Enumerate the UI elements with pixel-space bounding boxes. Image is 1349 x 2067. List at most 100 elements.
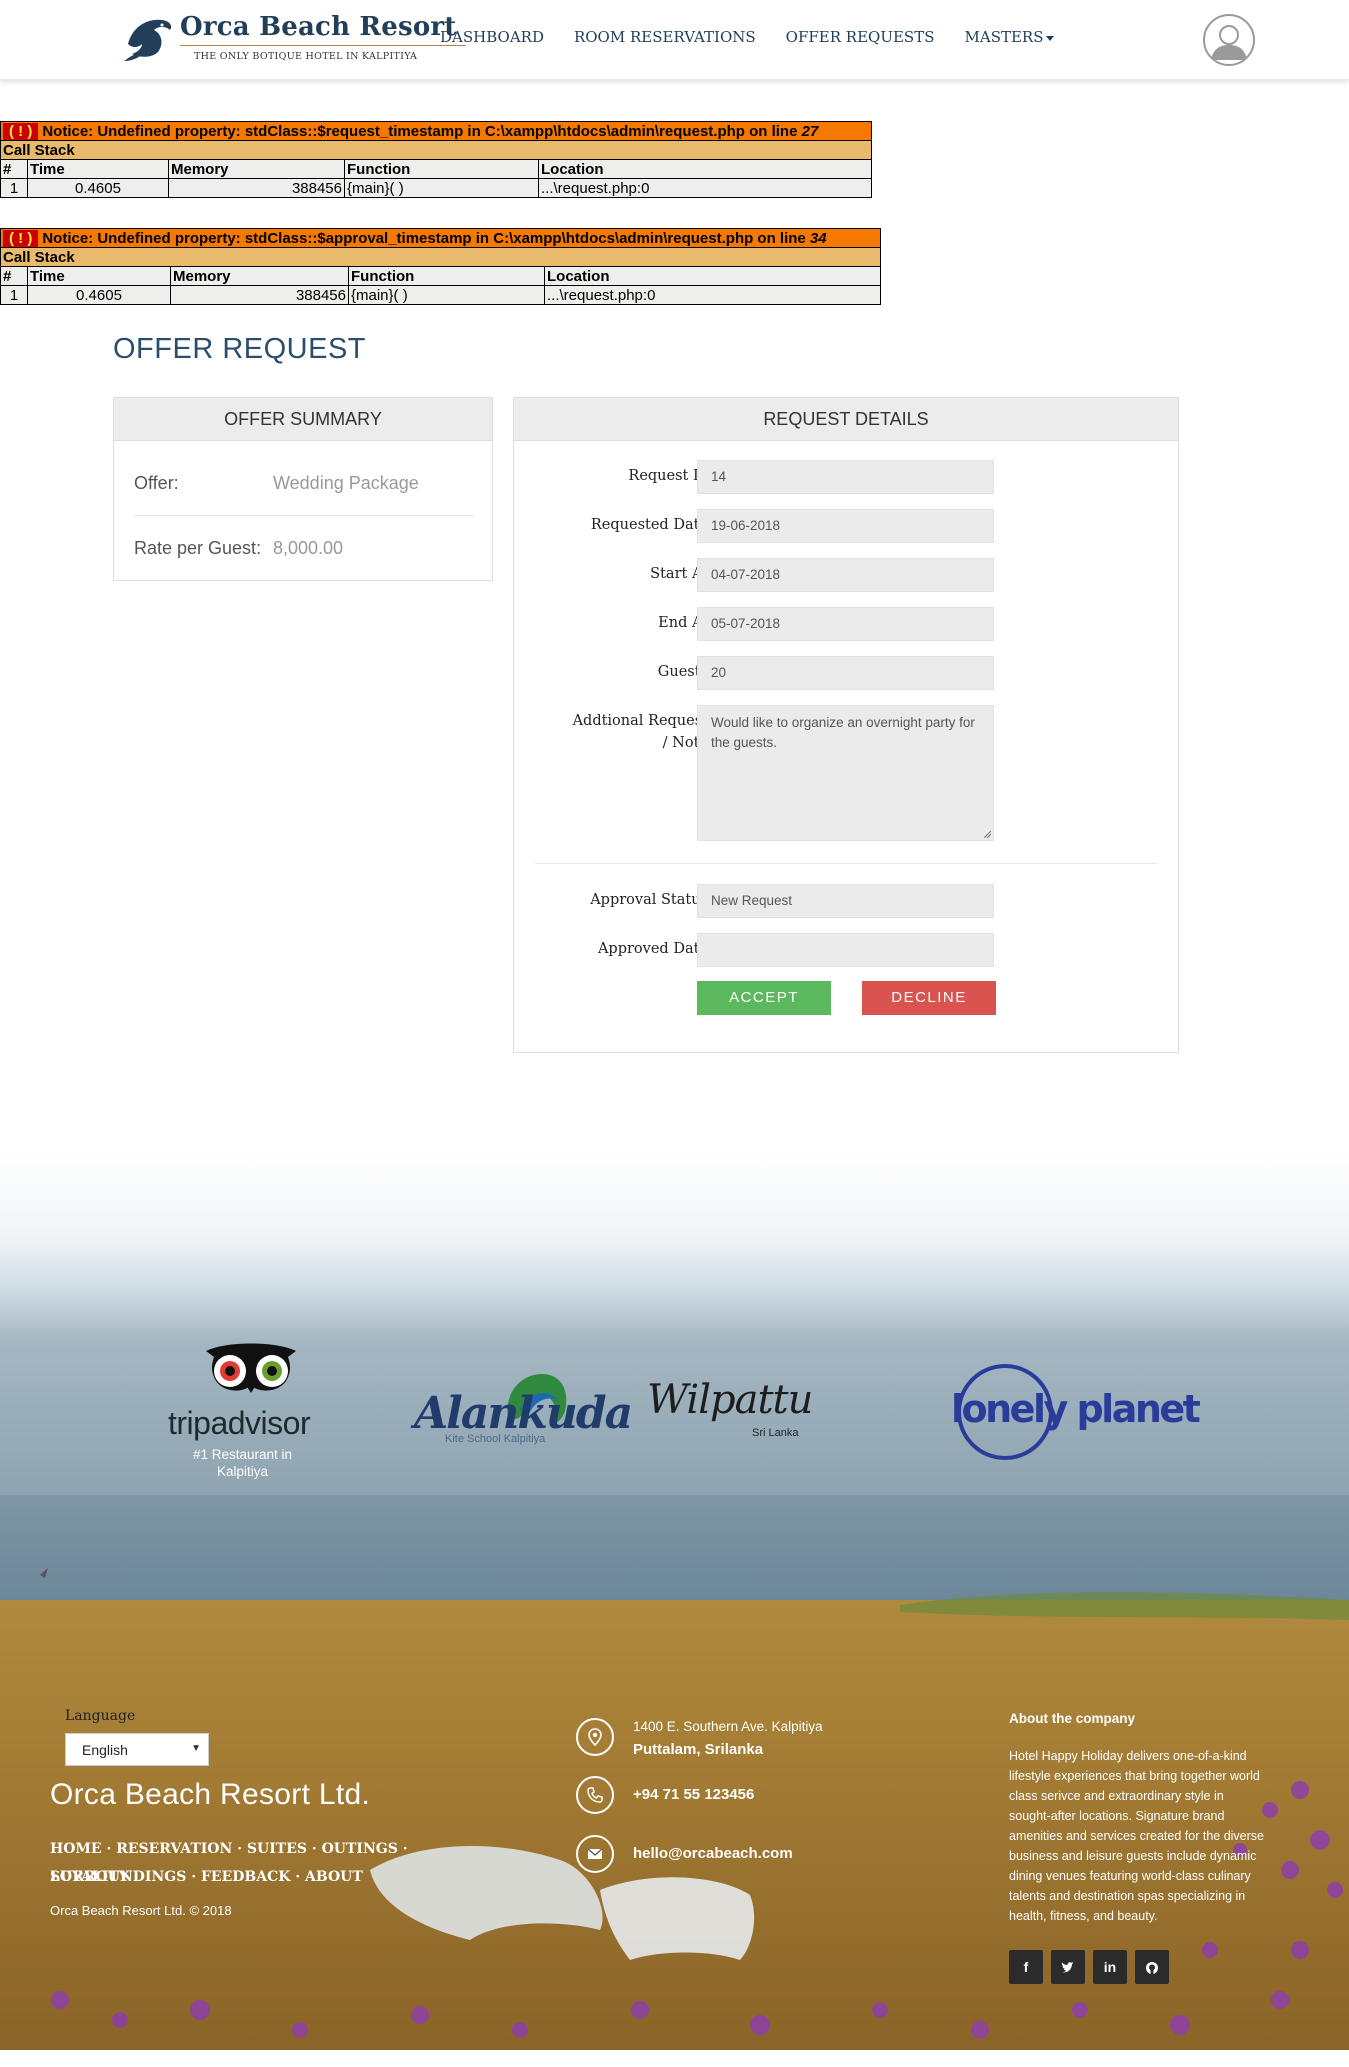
rate-value: 8,000.00	[273, 538, 344, 558]
notice-message: ( ! ) Notice: Undefined property: stdClas…	[0, 228, 881, 248]
start-at-field[interactable]: 04-07-2018	[697, 558, 994, 592]
wilpattu-logo: Wilpattu	[647, 1377, 813, 1423]
location-pin-icon	[576, 1718, 614, 1756]
github-icon[interactable]	[1135, 1950, 1169, 1984]
brand-logo-link[interactable]: Orca Beach Resort THE ONLY BOTIQUE HOTEL…	[124, 10, 466, 66]
alankuda-logo: Alankuda	[414, 1388, 633, 1439]
caret-down-icon	[1045, 35, 1054, 41]
cell-time: 0.4605	[27, 285, 171, 305]
call-stack-heading: Call Stack	[0, 140, 872, 160]
user-avatar[interactable]	[1203, 14, 1255, 66]
footer-link-home[interactable]: HOME	[50, 1841, 102, 1857]
approval-status-field[interactable]: New Request	[697, 884, 994, 918]
footer-link-about[interactable]: ABOUT	[305, 1869, 363, 1885]
language-select[interactable]: English ▼	[65, 1733, 209, 1766]
nav-room-reservations[interactable]: ROOM RESERVATIONS	[574, 28, 756, 46]
requested-date-field[interactable]: 19-06-2018	[697, 509, 994, 543]
php-notice-1: ( ! ) Notice: Undefined property: stdClas…	[0, 121, 872, 198]
guests-field[interactable]: 20	[697, 656, 994, 690]
call-stack-heading: Call Stack	[0, 247, 881, 267]
phone-icon	[576, 1776, 614, 1814]
col-memory: Memory	[168, 159, 345, 179]
note-textarea[interactable]: Would like to organize an overnight part…	[697, 705, 994, 841]
top-navbar: Orca Beach Resort THE ONLY BOTIQUE HOTEL…	[0, 0, 1349, 80]
col-index: #	[0, 266, 28, 286]
page-title: OFFER REQUEST	[113, 333, 367, 365]
end-at-field[interactable]: 05-07-2018	[697, 607, 994, 641]
alankuda-tagline: Kite School Kalpitiya	[445, 1433, 546, 1445]
warning-icon: ( ! )	[3, 122, 39, 140]
brand-divider	[180, 45, 466, 46]
php-notice-2: ( ! ) Notice: Undefined property: stdClas…	[0, 228, 881, 305]
footer-link-surroundings[interactable]: SURROUNDINGS	[50, 1869, 186, 1885]
twitter-icon[interactable]	[1051, 1950, 1085, 1984]
footer-link-feedback[interactable]: FEEDBACK	[201, 1869, 290, 1885]
note-label-line1: Addtional Request	[572, 713, 708, 729]
phone-number[interactable]: +94 71 55 123456	[633, 1786, 754, 1803]
cell-memory: 388456	[168, 178, 345, 198]
rate-label: Rate per Guest:	[134, 538, 262, 558]
brand-title: Orca Beach Resort	[180, 12, 457, 42]
nav-masters-dropdown[interactable]: MASTERS	[965, 28, 1054, 46]
col-time: Time	[27, 266, 171, 286]
cell-location: ...\request.php:0	[538, 178, 872, 198]
footer-link-outings[interactable]: OUTINGS	[322, 1841, 398, 1857]
rate-row: Rate per Guest: 8,000.00	[134, 538, 474, 559]
footer-link-suites[interactable]: SUITES	[247, 1841, 307, 1857]
footer-links-line2: SURROUNDINGS · FEEDBACK · ABOUT	[50, 1869, 363, 1885]
address-line1: 1400 E. Southern Ave. Kalpitiya	[633, 1719, 823, 1734]
language-label: Language	[65, 1708, 136, 1724]
cell-location: ...\request.php:0	[544, 285, 881, 305]
nav-masters-label: MASTERS	[964, 28, 1044, 46]
about-title: About the company	[1009, 1711, 1136, 1726]
footer-copyright: Orca Beach Resort Ltd. © 2018	[50, 1903, 232, 1918]
approval-status-label: Approval Status	[590, 892, 708, 908]
warning-icon: ( ! )	[3, 229, 39, 247]
offer-value: Wedding Package	[273, 473, 419, 493]
cell-memory: 388456	[170, 285, 349, 305]
col-function: Function	[348, 266, 545, 286]
about-text: Hotel Happy Holiday delivers one-of-a-ki…	[1009, 1749, 1264, 1923]
tripadvisor-award: #1 Restaurant in Kalpitiya	[192, 1447, 293, 1479]
cell-function: {main}( )	[348, 285, 545, 305]
decline-button[interactable]: DECLINE	[862, 981, 996, 1015]
email-icon	[576, 1835, 614, 1873]
footer-link-reservation[interactable]: RESERVATION	[116, 1841, 232, 1857]
request-details-panel: REQUEST DETAILS Request Id 14 Requested …	[513, 397, 1179, 1053]
note-label-line2: / Note	[662, 735, 708, 751]
nav-dashboard[interactable]: DASHBOARD	[440, 28, 544, 46]
wilpattu-tagline: Sri Lanka	[752, 1427, 799, 1439]
footer-company-name: Orca Beach Resort Ltd.	[50, 1778, 371, 1811]
orca-logo-icon	[124, 19, 172, 61]
resize-grip-icon[interactable]	[983, 830, 991, 838]
offer-label: Offer:	[134, 473, 179, 493]
request-id-field[interactable]: 14	[697, 460, 994, 494]
col-time: Time	[27, 159, 169, 179]
approved-date-field[interactable]	[697, 933, 994, 967]
col-location: Location	[544, 266, 881, 286]
requested-date-label: Requested Date	[590, 517, 708, 533]
main-nav: DASHBOARD ROOM RESERVATIONS OFFER REQUES…	[440, 28, 1054, 46]
facebook-icon[interactable]: f	[1009, 1950, 1043, 1984]
email-link[interactable]: hello@orcabeach.com	[633, 1845, 793, 1862]
offer-summary-heading: OFFER SUMMARY	[114, 398, 492, 441]
offer-summary-panel: OFFER SUMMARY Offer: Wedding Package Rat…	[113, 397, 493, 581]
linkedin-icon[interactable]: in	[1093, 1950, 1127, 1984]
details-divider	[535, 863, 1157, 864]
accept-button[interactable]: ACCEPT	[697, 981, 831, 1015]
tripadvisor-logo: tripadvisor	[168, 1405, 311, 1442]
note-text: Would like to organize an overnight part…	[711, 715, 975, 750]
address-line2: Puttalam, Srilanka	[633, 1741, 764, 1758]
col-function: Function	[344, 159, 539, 179]
brand-tagline: THE ONLY BOTIQUE HOTEL IN KALPITIYA	[194, 51, 418, 62]
nav-offer-requests[interactable]: OFFER REQUESTS	[786, 28, 935, 46]
notice-line: 27	[801, 122, 819, 140]
user-icon	[1211, 25, 1247, 60]
note-label: Addtional Request / Note	[573, 710, 708, 754]
notice-message: ( ! ) Notice: Undefined property: stdClas…	[0, 121, 872, 141]
language-value: English	[82, 1742, 128, 1758]
tripadvisor-text: tripadvisor	[168, 1405, 311, 1441]
approved-date-label: Approved Date	[597, 941, 708, 957]
col-memory: Memory	[170, 266, 349, 286]
col-location: Location	[538, 159, 872, 179]
